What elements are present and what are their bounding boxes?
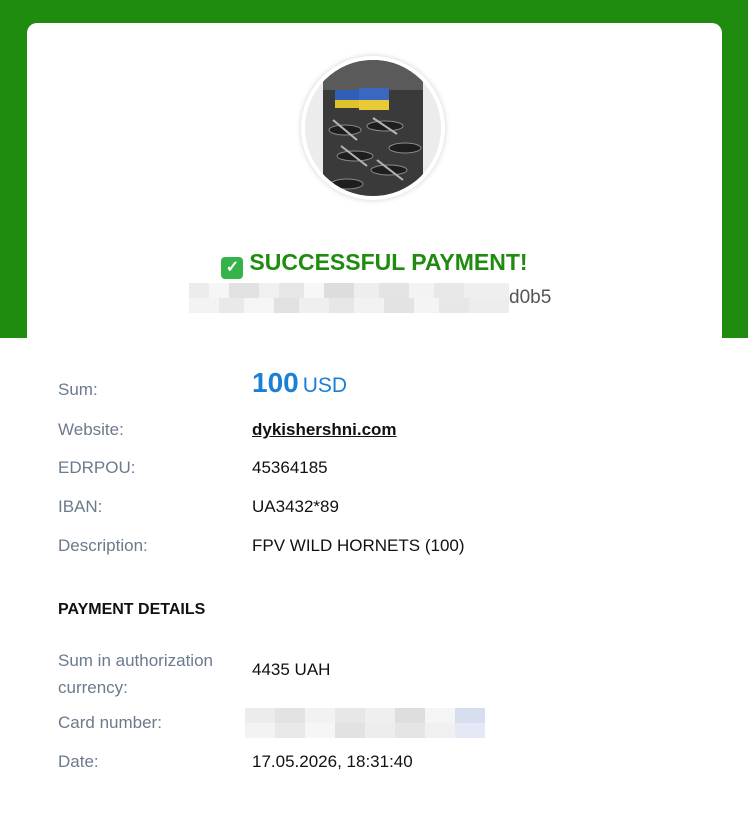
- sum-row: Sum: 100 USD: [58, 367, 698, 407]
- edrpou-label: EDRPOU:: [58, 458, 136, 477]
- edrpou-value: 45364185: [252, 458, 328, 477]
- date-label: Date:: [58, 752, 99, 771]
- avatar: [305, 60, 441, 196]
- check-icon: ✓: [221, 257, 244, 279]
- sum-amount: 100: [252, 367, 299, 398]
- sum-currency: USD: [302, 374, 348, 397]
- auth-sum-label-line1: Sum in authorization: [58, 651, 213, 670]
- auth-sum-label-line2: currency:: [58, 678, 128, 697]
- avatar-ring: [301, 56, 445, 200]
- edrpou-row: EDRPOU: 45364185: [58, 458, 698, 482]
- date-row: Date: 17.05.2026, 18:31:40: [58, 752, 698, 776]
- auth-sum-value: 4435 UAH: [252, 660, 331, 679]
- iban-label: IBAN:: [58, 497, 103, 516]
- iban-value: UA3432*89: [252, 497, 339, 516]
- website-label: Website:: [58, 420, 124, 439]
- card-number-redaction: [245, 708, 495, 738]
- sum-value: 100 USD: [252, 367, 347, 399]
- receipt-card: ✓ SUCCESSFUL PAYMENT! d0b5 Sum: 100 USD …: [27, 23, 722, 823]
- order-id: d0b5: [189, 283, 569, 313]
- card-number-label: Card number:: [58, 713, 162, 732]
- sum-label: Sum:: [58, 380, 98, 399]
- description-row: Description: FPV WILD HORNETS (100): [58, 536, 698, 560]
- iban-row: IBAN: UA3432*89: [58, 497, 698, 521]
- website-link[interactable]: dykishershni.com: [252, 420, 397, 440]
- payment-status: ✓ SUCCESSFUL PAYMENT!: [27, 248, 722, 279]
- order-id-redaction: [189, 283, 509, 313]
- auth-sum-label: Sum in authorization currency:: [58, 647, 213, 701]
- website-row: Website: dykishershni.com: [58, 420, 698, 444]
- status-text: SUCCESSFUL PAYMENT!: [249, 249, 528, 275]
- order-id-suffix: d0b5: [509, 287, 552, 308]
- avatar-image: [305, 60, 441, 196]
- date-value: 17.05.2026, 18:31:40: [252, 752, 413, 771]
- description-value: FPV WILD HORNETS (100): [252, 536, 465, 555]
- auth-sum-row: Sum in authorization currency: 4435 UAH: [58, 647, 698, 701]
- description-label: Description:: [58, 536, 148, 555]
- payment-details-title: PAYMENT DETAILS: [58, 601, 206, 618]
